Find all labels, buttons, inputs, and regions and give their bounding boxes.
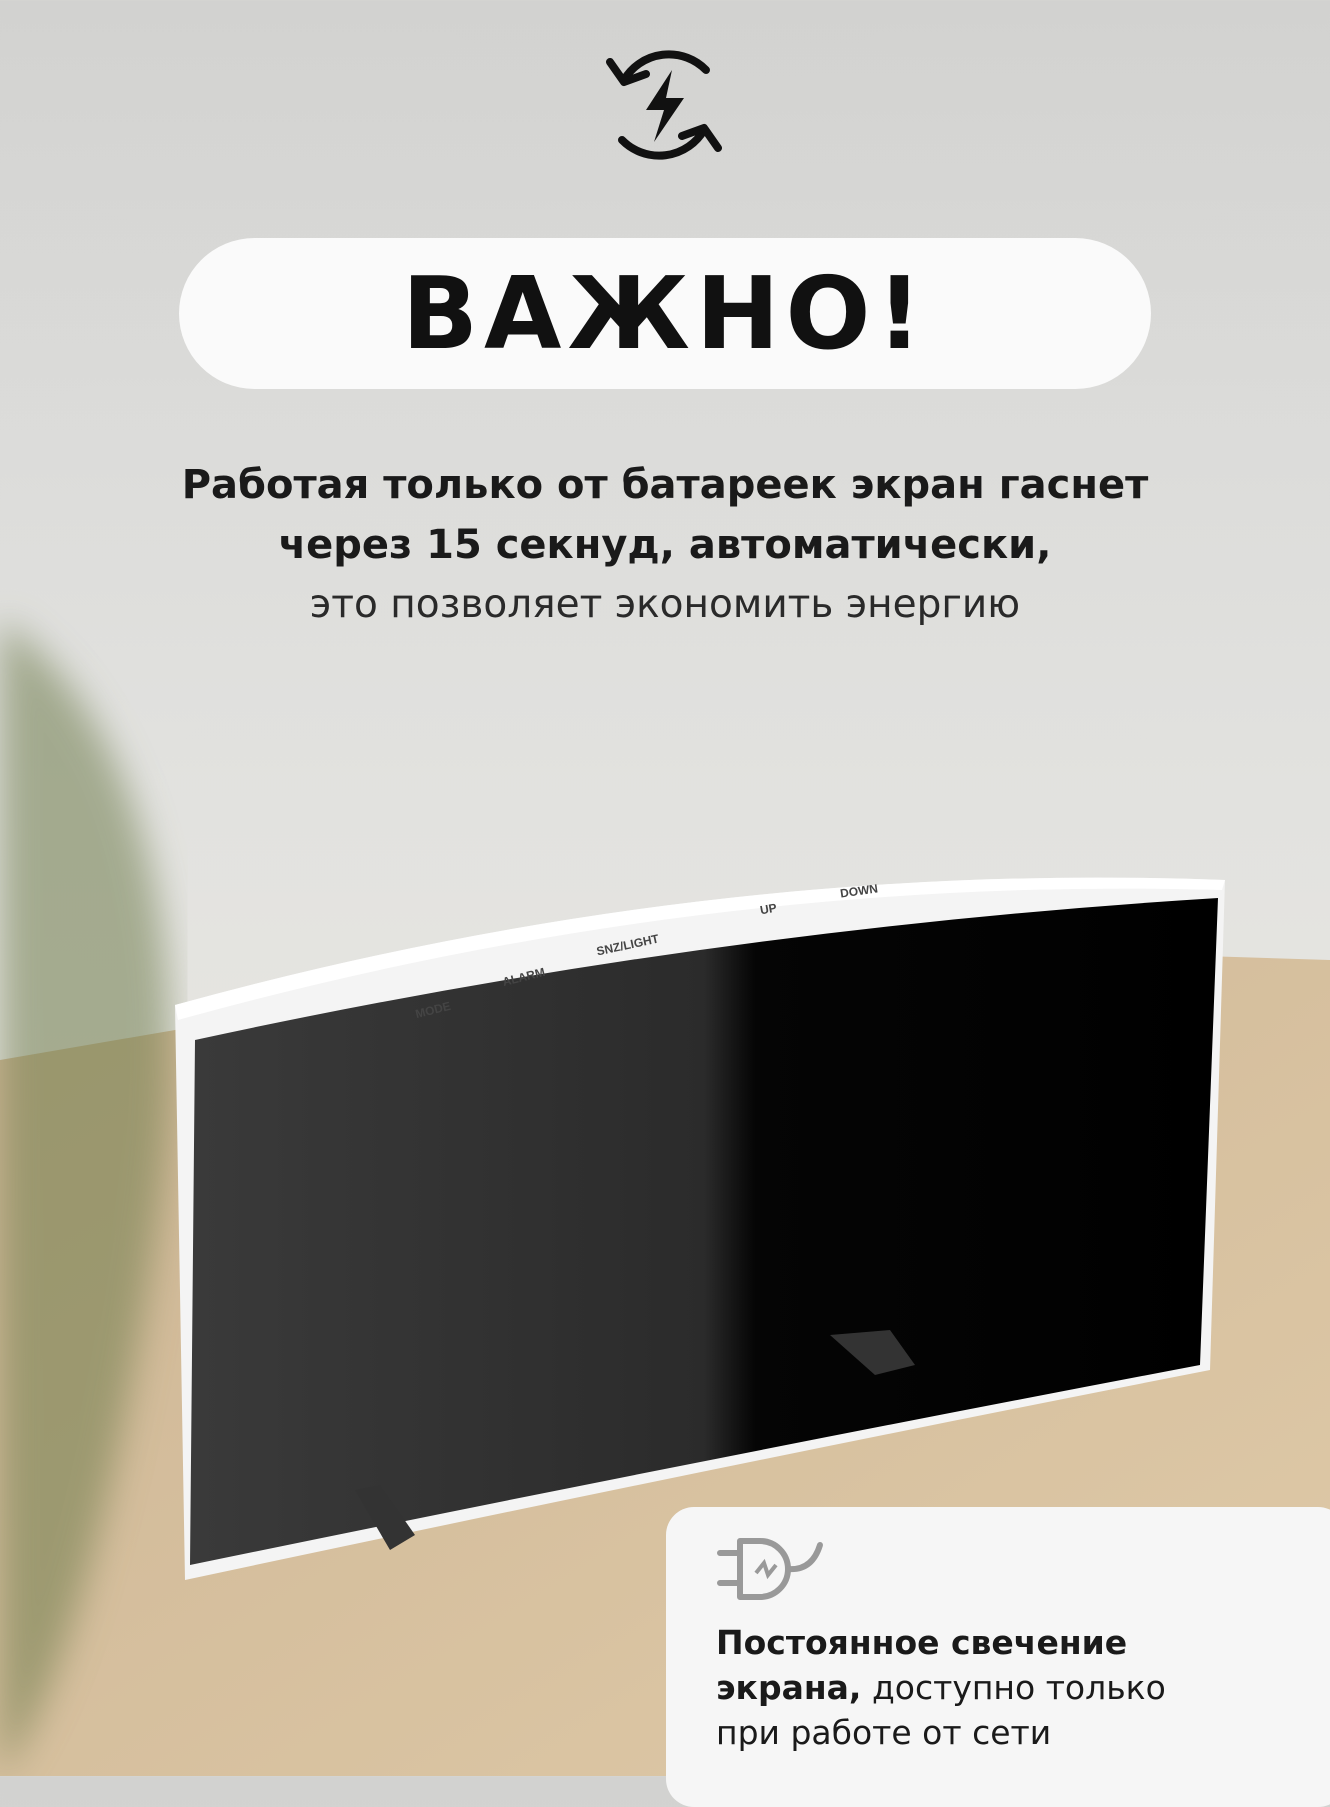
headline-badge: ВАЖНО!: [179, 238, 1151, 389]
headline: ВАЖНО!: [401, 255, 929, 372]
note-line-2-rest: доступно только: [861, 1668, 1166, 1707]
plug-icon: [717, 1538, 823, 1600]
note-bold-line-1: Постоянное свечение: [716, 1623, 1128, 1662]
energy-saving-cycle-icon: [606, 50, 722, 160]
clock-button-up: UP: [758, 900, 778, 918]
description-line-3: это позволяет экономить энергию: [309, 582, 1021, 627]
note-line-3: при работе от сети: [716, 1713, 1052, 1752]
note-bold-line-2: экрана,: [716, 1668, 862, 1707]
description-line-2: через 15 секнуд, автоматически,: [278, 522, 1052, 568]
power-note-text: Постоянное свечение экрана, доступно тол…: [716, 1620, 1166, 1755]
description-line-1: Работая только от батареек экран гаснет: [181, 462, 1149, 508]
